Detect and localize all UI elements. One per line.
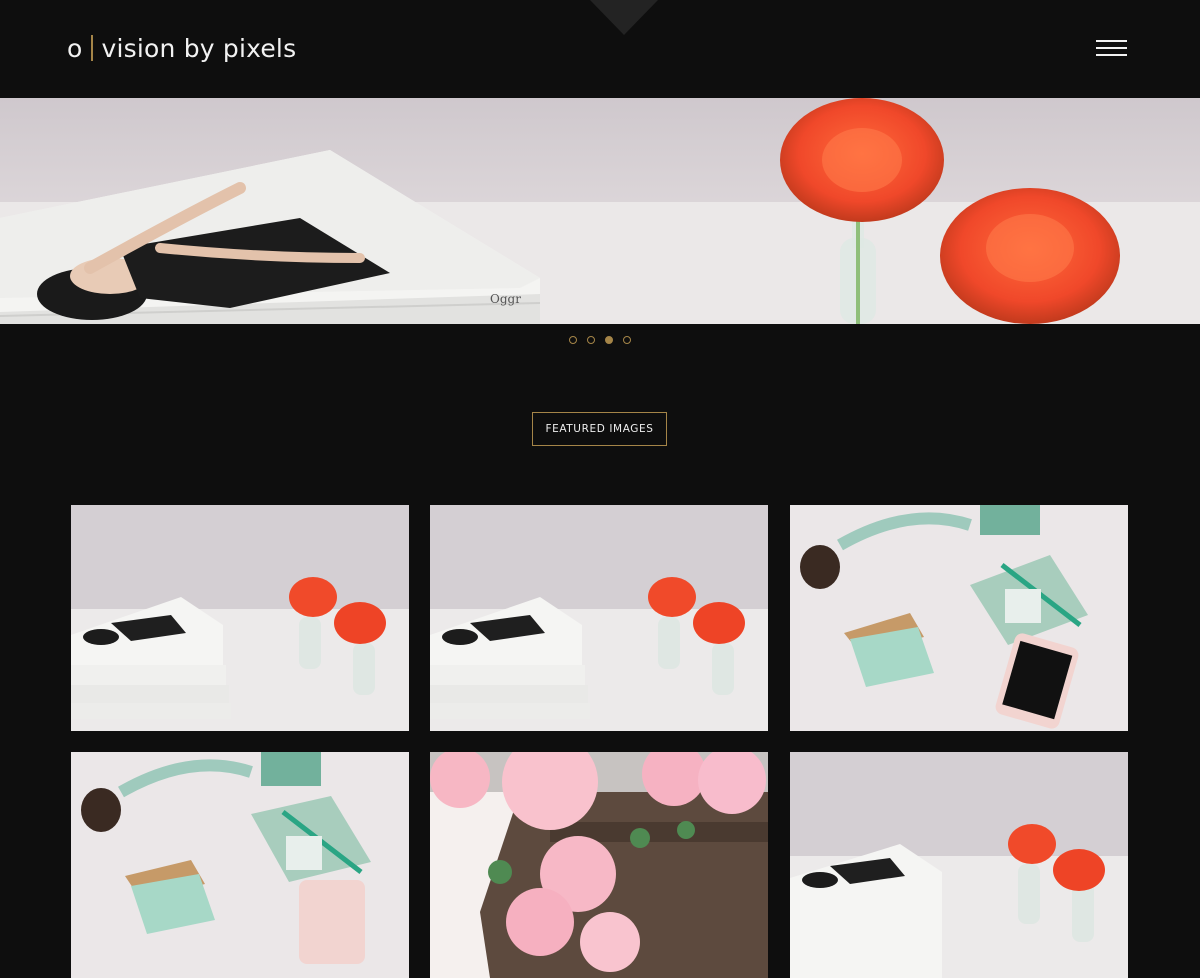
slider-dot[interactable]: [623, 336, 631, 344]
gallery-item[interactable]: [430, 752, 768, 978]
site-header: o vision by pixels: [0, 0, 1200, 98]
slider-pagination: [0, 336, 1200, 348]
slider-dot[interactable]: [569, 336, 577, 344]
featured-images-label: FEATURED IMAGES: [545, 423, 654, 435]
hero-slider[interactable]: Oggr: [0, 98, 1200, 324]
gallery-item[interactable]: [790, 505, 1128, 731]
books-and-tulips-photo: [790, 752, 1128, 978]
gallery-item[interactable]: [430, 505, 768, 731]
svg-text:Oggr: Oggr: [490, 292, 521, 306]
header-notch: [590, 0, 658, 35]
gallery-item[interactable]: [790, 752, 1128, 978]
site-logo[interactable]: o vision by pixels: [67, 31, 296, 65]
logo-text: vision by pixels: [101, 33, 297, 63]
logo-divider: [90, 35, 93, 61]
logo-mark: o: [67, 33, 83, 63]
pink-carnations-photo: [430, 752, 768, 978]
stationery-and-phone-photo: [71, 752, 409, 978]
featured-images-button[interactable]: FEATURED IMAGES: [532, 412, 667, 446]
books-and-tulips-photo: [71, 505, 409, 731]
gallery-item[interactable]: [71, 505, 409, 731]
books-and-tulips-photo: [430, 505, 768, 731]
slider-dot[interactable]: [587, 336, 595, 344]
hamburger-menu-icon[interactable]: [1096, 38, 1128, 60]
hero-image: Oggr: [0, 98, 1200, 324]
stationery-and-phone-photo: [790, 505, 1128, 731]
gallery-item[interactable]: [71, 752, 409, 978]
slider-dot[interactable]: [605, 336, 613, 344]
